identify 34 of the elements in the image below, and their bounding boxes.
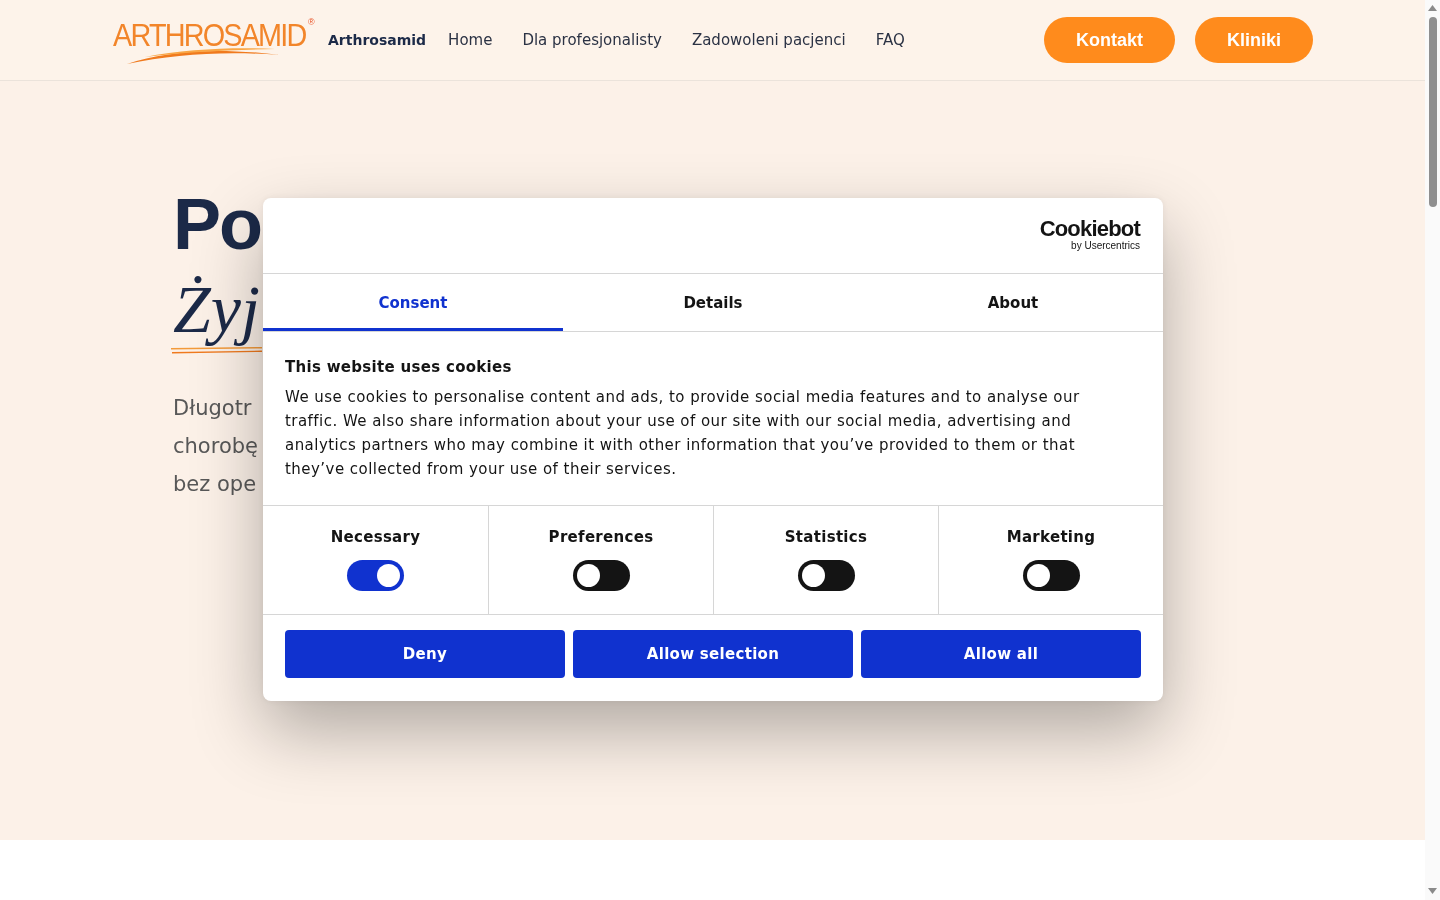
dialog-title: This website uses cookies bbox=[285, 358, 513, 376]
dialog-tab[interactable]: Details bbox=[563, 274, 863, 331]
consent-button[interactable]: Allow all bbox=[861, 630, 1141, 678]
nav-link[interactable]: FAQ bbox=[875, 31, 905, 49]
category-label: Statistics bbox=[784, 528, 868, 546]
scroll-down-arrow-icon[interactable] bbox=[1428, 888, 1437, 894]
hero-paragraph-line: bez ope bbox=[173, 471, 257, 498]
dialog-tab[interactable]: About bbox=[863, 274, 1163, 331]
scroll-up-arrow-icon[interactable] bbox=[1428, 5, 1437, 11]
brand-name: Cookiebot bbox=[1039, 217, 1140, 240]
scrollbar-thumb[interactable] bbox=[1428, 17, 1437, 207]
toggle-switch[interactable] bbox=[572, 560, 630, 591]
dialog-body-text: We use cookies to personalise content and ads, to provide social media features and to analyse our traffic. We also share information about your use of our site with our social media, advertising and analytics partners who may combine it with other information that you’ve provided to them or that they’ve collected from your use of their services. bbox=[285, 387, 1081, 480]
hero-accent-text: Żyj bbox=[173, 272, 260, 346]
brand-tagline: by Usercentrics bbox=[1071, 239, 1140, 252]
category-label: Preferences bbox=[548, 528, 654, 546]
toggle-switch[interactable] bbox=[347, 560, 404, 591]
registered-mark: ® bbox=[308, 17, 315, 27]
toggle-switch[interactable] bbox=[1022, 560, 1080, 591]
category-label: Marketing bbox=[1006, 528, 1096, 546]
consent-button[interactable]: Allow selection bbox=[573, 630, 853, 678]
hero-paragraph-line: Długotr bbox=[173, 395, 252, 422]
toggle-switch[interactable] bbox=[797, 560, 855, 591]
dialog-tab[interactable]: Consent bbox=[263, 274, 563, 331]
category-label: Necessary bbox=[330, 528, 421, 546]
nav-link[interactable]: Dla profesjonalisty bbox=[522, 31, 662, 49]
site-name-link[interactable]: Arthrosamid bbox=[328, 32, 427, 48]
hero-paragraph-line: chorobę bbox=[173, 433, 258, 460]
consent-button[interactable]: Deny bbox=[285, 630, 565, 678]
underline-swoosh-icon bbox=[170, 345, 262, 354]
nav-link[interactable]: Zadowoleni pacjenci bbox=[691, 31, 846, 49]
hero-heading: Po bbox=[173, 185, 261, 263]
scrollbar[interactable] bbox=[1425, 0, 1440, 900]
nav-link[interactable]: Home bbox=[448, 31, 493, 49]
